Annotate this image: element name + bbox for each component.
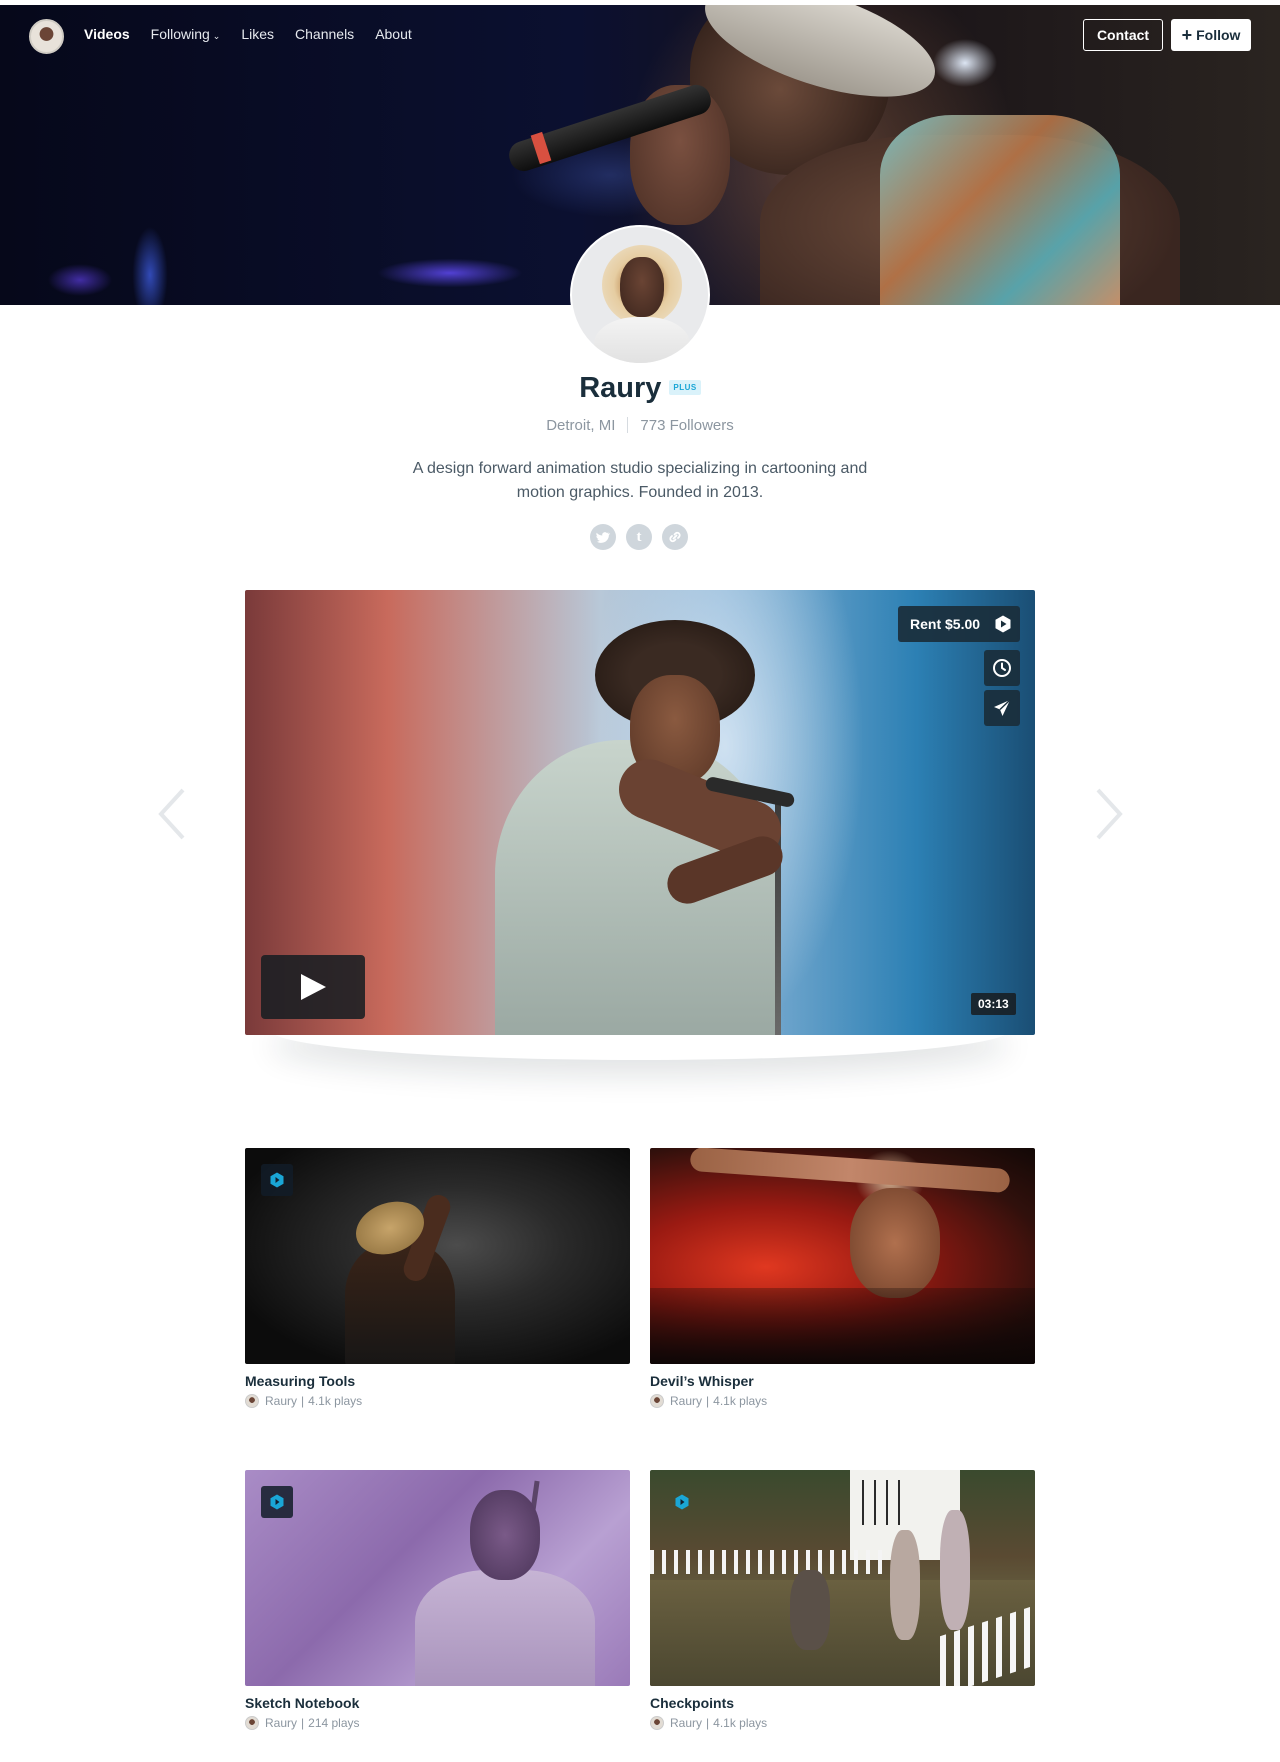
video-thumbnail[interactable] bbox=[650, 1148, 1035, 1364]
video-meta: Raury | 4.1k plays bbox=[650, 1394, 1035, 1408]
video-title[interactable]: Checkpoints bbox=[650, 1695, 1035, 1711]
video-title[interactable]: Sketch Notebook bbox=[245, 1695, 630, 1711]
nav-item-about[interactable]: About bbox=[375, 26, 412, 42]
watch-later-button[interactable] bbox=[984, 650, 1020, 686]
vod-icon bbox=[675, 1494, 689, 1510]
followers-count[interactable]: 773 Followers bbox=[640, 417, 733, 434]
video-author[interactable]: Raury bbox=[265, 1716, 297, 1730]
vod-icon bbox=[270, 1172, 284, 1188]
nav-item-following[interactable]: Following ⌄ bbox=[151, 26, 221, 42]
link-icon[interactable] bbox=[662, 524, 688, 550]
video-author[interactable]: Raury bbox=[670, 1716, 702, 1730]
nav-item-videos[interactable]: Videos bbox=[84, 26, 130, 42]
clock-icon bbox=[993, 659, 1011, 677]
next-arrow-icon[interactable] bbox=[1094, 788, 1124, 840]
play-icon bbox=[301, 974, 326, 1000]
profile-name-row: Raury PLUS bbox=[0, 372, 1280, 405]
twitter-icon[interactable] bbox=[590, 524, 616, 550]
send-icon bbox=[994, 699, 1011, 716]
author-avatar bbox=[245, 1394, 259, 1408]
vod-icon bbox=[995, 615, 1011, 633]
play-button[interactable] bbox=[261, 955, 365, 1019]
author-avatar bbox=[245, 1716, 259, 1730]
video-plays: 4.1k plays bbox=[713, 1394, 768, 1408]
rent-button[interactable]: Rent $5.00 bbox=[898, 606, 1020, 642]
profile-avatar bbox=[570, 225, 710, 365]
nav-item-channels[interactable]: Channels bbox=[295, 26, 354, 42]
video-thumbnail[interactable] bbox=[245, 1470, 630, 1686]
video-plays: 214 plays bbox=[308, 1716, 360, 1730]
tumblr-icon[interactable]: t bbox=[626, 524, 652, 550]
chevron-down-icon: ⌄ bbox=[212, 31, 221, 41]
profile-name: Raury bbox=[579, 372, 662, 404]
vod-icon bbox=[270, 1494, 284, 1510]
share-button[interactable] bbox=[984, 690, 1020, 726]
vod-badge bbox=[261, 1164, 293, 1196]
video-thumbnail[interactable] bbox=[245, 1148, 630, 1364]
profile-location: Detroit, MI bbox=[546, 417, 616, 434]
plus-badge: PLUS bbox=[669, 380, 701, 395]
profile-bio: A design forward animation studio specia… bbox=[412, 460, 868, 501]
previous-arrow-icon[interactable] bbox=[157, 788, 187, 840]
follow-button[interactable]: + Follow bbox=[1171, 19, 1251, 51]
vod-badge bbox=[666, 1486, 698, 1518]
profile-meta: Detroit, MI 773 Followers bbox=[0, 417, 1280, 434]
video-plays: 4.1k plays bbox=[308, 1394, 363, 1408]
top-nav: Videos Following ⌄ Likes Channels About C… bbox=[0, 14, 1280, 58]
featured-video-player[interactable]: Rent $5.00 03:13 bbox=[245, 590, 1035, 1035]
video-title[interactable]: Devil’s Whisper bbox=[650, 1373, 1035, 1389]
video-meta: Raury | 214 plays bbox=[245, 1716, 630, 1730]
video-author[interactable]: Raury bbox=[265, 1394, 297, 1408]
tumblr-glyph: t bbox=[636, 529, 642, 545]
video-plays: 4.1k plays bbox=[713, 1716, 768, 1730]
video-author[interactable]: Raury bbox=[670, 1394, 702, 1408]
video-card[interactable]: Sketch Notebook Raury | 214 plays bbox=[245, 1470, 630, 1730]
user-avatar-icon[interactable] bbox=[29, 19, 64, 54]
video-thumbnail[interactable] bbox=[650, 1470, 1035, 1686]
contact-button[interactable]: Contact bbox=[1083, 19, 1163, 51]
author-avatar bbox=[650, 1394, 664, 1408]
video-card[interactable]: Measuring Tools Raury | 4.1k plays bbox=[245, 1148, 630, 1408]
video-duration: 03:13 bbox=[971, 993, 1016, 1015]
rent-label: Rent $5.00 bbox=[910, 616, 981, 632]
video-meta: Raury | 4.1k plays bbox=[650, 1716, 1035, 1730]
video-card[interactable]: Devil’s Whisper Raury | 4.1k plays bbox=[650, 1148, 1035, 1408]
video-card[interactable]: Checkpoints Raury | 4.1k plays bbox=[650, 1470, 1035, 1730]
social-links: t bbox=[590, 524, 688, 550]
nav-item-following-label: Following bbox=[150, 26, 210, 42]
divider bbox=[627, 417, 629, 433]
plus-icon: + bbox=[1181, 25, 1193, 45]
vod-badge bbox=[261, 1486, 293, 1518]
follow-label: Follow bbox=[1196, 27, 1241, 43]
author-avatar bbox=[650, 1716, 664, 1730]
video-title[interactable]: Measuring Tools bbox=[245, 1373, 630, 1389]
video-meta: Raury | 4.1k plays bbox=[245, 1394, 630, 1408]
nav-item-likes[interactable]: Likes bbox=[241, 26, 274, 42]
